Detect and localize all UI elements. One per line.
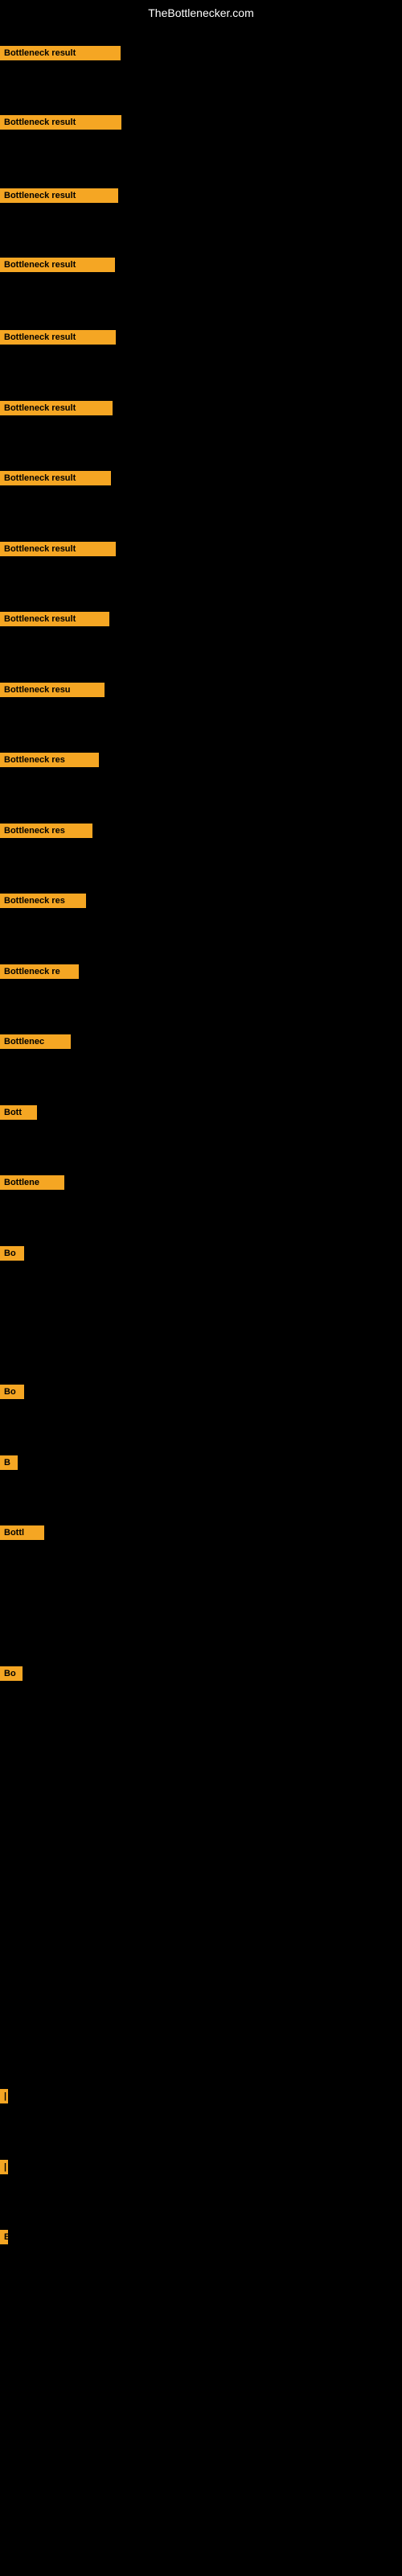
bottleneck-badge-17: Bottlene <box>0 1175 64 1190</box>
bottleneck-badge-12: Bottleneck res <box>0 824 92 838</box>
bottleneck-badge-16: Bott <box>0 1105 37 1120</box>
bottleneck-badge-10: Bottleneck resu <box>0 683 105 697</box>
bottleneck-badge-11: Bottleneck res <box>0 753 99 767</box>
bottleneck-badge-7: Bottleneck result <box>0 471 111 485</box>
bottleneck-badge-9: Bottleneck result <box>0 612 109 626</box>
bottleneck-badge-24: | <box>0 2160 8 2174</box>
bottleneck-badge-23: | <box>0 2089 8 2103</box>
bottleneck-badge-21: Bottl <box>0 1525 44 1540</box>
bottleneck-badge-20: B <box>0 1455 18 1470</box>
bottleneck-badge-25: E <box>0 2230 8 2244</box>
bottleneck-badge-13: Bottleneck res <box>0 894 86 908</box>
bottleneck-badge-8: Bottleneck result <box>0 542 116 556</box>
site-title: TheBottlenecker.com <box>148 6 254 19</box>
bottleneck-badge-1: Bottleneck result <box>0 46 121 60</box>
bottleneck-badge-2: Bottleneck result <box>0 115 121 130</box>
bottleneck-badge-6: Bottleneck result <box>0 401 113 415</box>
bottleneck-badge-14: Bottleneck re <box>0 964 79 979</box>
bottleneck-badge-5: Bottleneck result <box>0 330 116 345</box>
bottleneck-badge-22: Bo <box>0 1666 23 1681</box>
bottleneck-badge-4: Bottleneck result <box>0 258 115 272</box>
bottleneck-badge-19: Bo <box>0 1385 24 1399</box>
bottleneck-badge-3: Bottleneck result <box>0 188 118 203</box>
bottleneck-badge-15: Bottlenec <box>0 1034 71 1049</box>
bottleneck-badge-18: Bo <box>0 1246 24 1261</box>
